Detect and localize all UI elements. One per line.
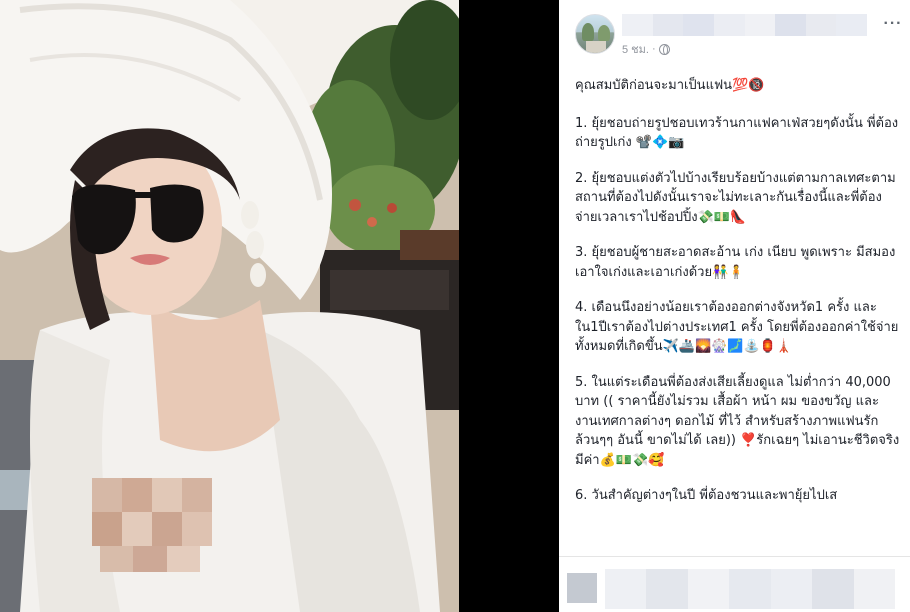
post-text: คุณสมบัติก่อนจะมาเป็นแฟน💯🔞 1. ยุ้ยชอบถ่า… (575, 76, 900, 556)
post-panel: 5 ชม. · ··· คุณสมบัติก่อนจะมาเป็นแฟน💯🔞 1… (559, 0, 910, 612)
post-paragraph: 1. ยุ้ยชอบถ่ายรูปชอบเทวร้านกาแฟคาเฟ่สวยๆ… (575, 115, 899, 151)
post-paragraph: 6. วันสำคัญต่างๆในปี พี่ต้องชวนและพายุ้ย… (575, 488, 838, 503)
comment-input-redacted[interactable] (605, 569, 895, 609)
meta-separator: · (651, 43, 656, 55)
post-paragraph: 4. เดือนนึงอย่างน้อยเราต้องออกต่างจังหวั… (575, 300, 899, 354)
comment-bar (559, 556, 910, 612)
globe-icon (658, 43, 670, 55)
photo-edge (459, 0, 559, 612)
post-paragraph: 5. ในแต่ระเดือนพี่ต้องส่งเสียเลี้ยงดูแล … (575, 374, 900, 468)
photo-illustration (0, 0, 459, 612)
commenter-avatar-redacted (567, 573, 597, 603)
post-paragraph: คุณสมบัติก่อนจะมาเป็นแฟน💯🔞 (575, 78, 765, 93)
post-header: 5 ชม. · ··· (559, 0, 910, 68)
censor-mosaic-lower (100, 546, 200, 572)
author-name-redacted[interactable] (622, 14, 867, 36)
more-options-button[interactable]: ··· (881, 15, 905, 32)
post-photo[interactable] (0, 0, 459, 612)
post-timestamp[interactable]: 5 ชม. (622, 40, 649, 58)
author-avatar[interactable] (575, 14, 615, 54)
post-paragraph: 2. ยุ้ยชอบแต่งตัวไปบ้างเรียบร้อยบ้างแต่ต… (575, 170, 896, 225)
post-meta: 5 ชม. · (622, 42, 670, 56)
post-paragraph: 3. ยุ้ยชอบผู้ชายสะอาดสะอ้าน เก่ง เนียบ พ… (575, 245, 896, 280)
censor-mosaic (92, 478, 212, 546)
